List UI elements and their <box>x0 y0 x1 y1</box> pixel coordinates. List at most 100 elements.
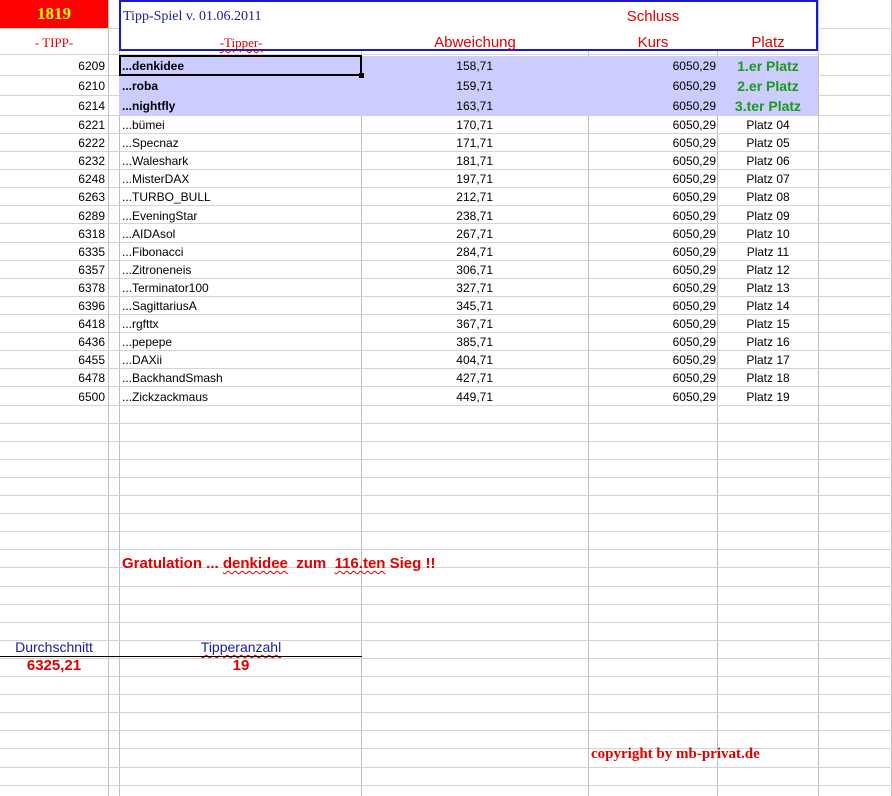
kurs-cell[interactable]: 6050,29 <box>590 297 716 315</box>
col-header-platz[interactable]: Platz <box>718 34 818 52</box>
platz-cell[interactable]: Platz 04 <box>718 116 818 134</box>
abweichung-cell[interactable]: 267,71 <box>362 225 493 243</box>
average-label[interactable]: Durchschnitt <box>0 638 108 656</box>
platz-cell[interactable]: 2.er Platz <box>718 77 818 95</box>
tipper-cell[interactable]: ...bümei <box>122 116 165 134</box>
average-value[interactable]: 6325,21 <box>0 657 108 675</box>
fill-handle[interactable] <box>359 73 364 78</box>
platz-cell[interactable]: Platz 08 <box>718 188 818 206</box>
abweichung-cell[interactable]: 449,71 <box>362 388 493 406</box>
platz-cell[interactable]: Platz 07 <box>718 170 818 188</box>
platz-cell[interactable]: Platz 09 <box>718 207 818 225</box>
abweichung-cell[interactable]: 367,71 <box>362 315 493 333</box>
tipp-cell[interactable]: 6455 <box>0 351 105 369</box>
tipp-cell[interactable]: 6500 <box>0 388 105 406</box>
abweichung-cell[interactable]: 158,71 <box>362 57 493 75</box>
schluss-label[interactable]: Schluss <box>590 8 716 26</box>
abweichung-cell[interactable]: 170,71 <box>362 116 493 134</box>
tipper-cell[interactable]: ...EveningStar <box>122 207 197 225</box>
tipp-cell[interactable]: 6248 <box>0 170 105 188</box>
tipp-cell[interactable]: 6478 <box>0 369 105 387</box>
abweichung-cell[interactable]: 181,71 <box>362 152 493 170</box>
platz-cell[interactable]: Platz 10 <box>718 225 818 243</box>
tipper-cell[interactable]: ...Fibonacci <box>122 243 183 261</box>
tipper-cell[interactable]: ...rgfttx <box>122 315 159 333</box>
tipper-cell[interactable]: ...DAXii <box>122 351 162 369</box>
tipper-cell[interactable]: ...Waleshark <box>122 152 188 170</box>
congrats-line[interactable]: Gratulation ... denkidee zum 116.ten Sie… <box>122 555 435 573</box>
kurs-cell[interactable]: 6050,29 <box>590 388 716 406</box>
tipp-cell[interactable]: 6378 <box>0 279 105 297</box>
platz-cell[interactable]: Platz 19 <box>718 388 818 406</box>
tipp-cell[interactable]: 6263 <box>0 188 105 206</box>
kurs-cell[interactable]: 6050,29 <box>590 207 716 225</box>
col-header-abweichung[interactable]: Abweichung <box>362 34 588 52</box>
tipp-cell[interactable]: 6357 <box>0 261 105 279</box>
kurs-cell[interactable]: 6050,29 <box>590 188 716 206</box>
platz-cell[interactable]: Platz 17 <box>718 351 818 369</box>
tipp-cell[interactable]: 6232 <box>0 152 105 170</box>
tipp-cell[interactable]: 6318 <box>0 225 105 243</box>
platz-cell[interactable]: Platz 12 <box>718 261 818 279</box>
kurs-cell[interactable]: 6050,29 <box>590 57 716 75</box>
tipper-cell[interactable]: ...SagittariusA <box>122 297 197 315</box>
kurs-cell[interactable]: 6050,29 <box>590 369 716 387</box>
tipp-cell[interactable]: 6209 <box>0 57 105 75</box>
kurs-cell[interactable]: 6050,29 <box>590 351 716 369</box>
tipp-cell[interactable]: 6210 <box>0 77 105 95</box>
platz-cell[interactable]: Platz 06 <box>718 152 818 170</box>
tipper-cell[interactable]: ...Specnaz <box>122 134 179 152</box>
kurs-cell[interactable]: 6050,29 <box>590 261 716 279</box>
abweichung-cell[interactable]: 306,71 <box>362 261 493 279</box>
abweichung-cell[interactable]: 238,71 <box>362 207 493 225</box>
tipp-cell[interactable]: 6289 <box>0 207 105 225</box>
tipper-cell[interactable]: ...Zickzackmaus <box>122 388 208 406</box>
abweichung-cell[interactable]: 212,71 <box>362 188 493 206</box>
col-header-tipp[interactable]: - TIPP- <box>0 34 108 52</box>
platz-cell[interactable]: Platz 05 <box>718 134 818 152</box>
platz-cell[interactable]: Platz 18 <box>718 369 818 387</box>
kurs-cell[interactable]: 6050,29 <box>590 333 716 351</box>
tipper-cell[interactable]: ...MisterDAX <box>122 170 189 188</box>
abweichung-cell[interactable]: 404,71 <box>362 351 493 369</box>
tipp-cell[interactable]: 6221 <box>0 116 105 134</box>
copyright-text[interactable]: copyright by mb-privat.de <box>591 745 760 763</box>
abweichung-cell[interactable]: 327,71 <box>362 279 493 297</box>
platz-cell[interactable]: Platz 15 <box>718 315 818 333</box>
platz-cell[interactable]: Platz 11 <box>718 243 818 261</box>
platz-cell[interactable]: Platz 13 <box>718 279 818 297</box>
tipper-cell[interactable]: ...roba <box>122 77 158 95</box>
active-cell-selection[interactable] <box>119 55 362 76</box>
kurs-cell[interactable]: 6050,29 <box>590 77 716 95</box>
abweichung-cell[interactable]: 345,71 <box>362 297 493 315</box>
kurs-cell[interactable]: 6050,29 <box>590 170 716 188</box>
sheet-title[interactable]: Tipp-Spiel v. 01.06.2011 <box>123 8 261 26</box>
tipp-cell[interactable]: 6418 <box>0 315 105 333</box>
col-header-kurs[interactable]: Kurs <box>590 34 716 52</box>
platz-cell[interactable]: Platz 16 <box>718 333 818 351</box>
abweichung-cell[interactable]: 427,71 <box>362 369 493 387</box>
count-value[interactable]: 19 <box>120 657 362 675</box>
kurs-cell[interactable]: 6050,29 <box>590 116 716 134</box>
tipp-cell[interactable]: 6436 <box>0 333 105 351</box>
kurs-cell[interactable]: 6050,29 <box>590 152 716 170</box>
tipp-cell[interactable]: 6335 <box>0 243 105 261</box>
col-header-tipper[interactable]: -Tipper- <box>120 34 362 52</box>
abweichung-cell[interactable]: 159,71 <box>362 77 493 95</box>
tipper-cell[interactable]: ...pepepe <box>122 333 172 351</box>
kurs-cell[interactable]: 6050,29 <box>590 134 716 152</box>
abweichung-cell[interactable]: 284,71 <box>362 243 493 261</box>
platz-cell[interactable]: 1.er Platz <box>718 57 818 75</box>
count-label-cell[interactable]: Tipperanzahl <box>120 638 362 656</box>
tipper-cell[interactable]: ...TURBO_BULL <box>122 188 211 206</box>
abweichung-cell[interactable]: 385,71 <box>362 333 493 351</box>
tipper-cell[interactable]: ...nightfly <box>122 97 175 115</box>
abweichung-cell[interactable]: 171,71 <box>362 134 493 152</box>
kurs-cell[interactable]: 6050,29 <box>590 97 716 115</box>
tipp-cell[interactable]: 6396 <box>0 297 105 315</box>
tipp-cell[interactable]: 6222 <box>0 134 105 152</box>
tipper-cell[interactable]: ...Terminator100 <box>122 279 209 297</box>
platz-cell[interactable]: 3.ter Platz <box>718 97 818 115</box>
kurs-cell[interactable]: 6050,29 <box>590 243 716 261</box>
tipper-cell[interactable]: ...Zitroneneis <box>122 261 191 279</box>
